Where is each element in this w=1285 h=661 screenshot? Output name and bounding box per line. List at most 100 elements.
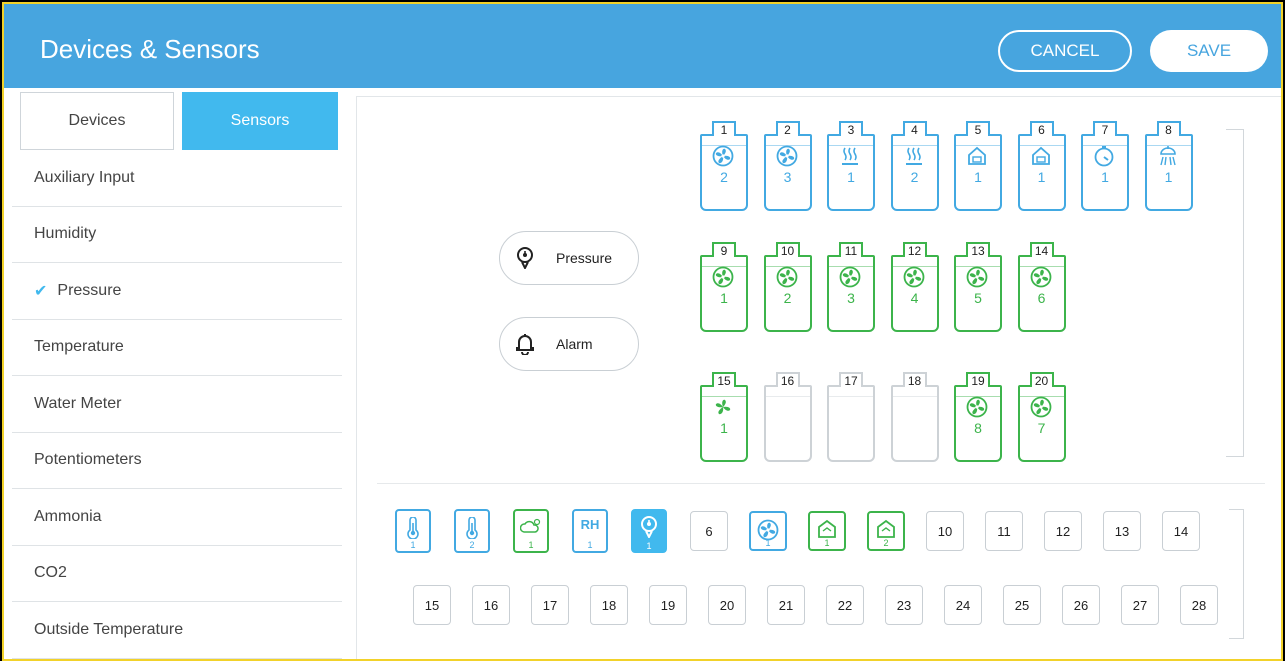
- tab-sensors[interactable]: Sensors: [182, 92, 338, 150]
- sensor-slot[interactable]: 17: [531, 585, 569, 625]
- save-button[interactable]: SAVE: [1150, 30, 1268, 72]
- menu-item-label: Outside Temperature: [34, 620, 184, 638]
- sensor-slot[interactable]: 19: [649, 585, 687, 625]
- sensor-label: 17: [542, 597, 558, 613]
- menu-item-humidity[interactable]: Humidity: [12, 207, 342, 263]
- grid-scroll-bracket: [1229, 509, 1244, 639]
- sprinkler-icon: [1157, 145, 1179, 167]
- device-slot-12[interactable]: 12 4: [890, 242, 939, 332]
- device-slot-19[interactable]: 19 8: [954, 372, 1002, 462]
- sensor-slot[interactable]: 23: [885, 585, 923, 625]
- sensor-slot[interactable]: 25: [1003, 585, 1041, 625]
- device-number: 9: [712, 242, 736, 258]
- device-slot-18[interactable]: 18: [890, 372, 939, 462]
- pressure-icon: [514, 247, 536, 269]
- fan-icon: [839, 266, 861, 288]
- device-count: 1: [720, 290, 728, 306]
- device-slot-11[interactable]: 11 3: [827, 242, 875, 332]
- sensor-slot[interactable]: 10: [926, 511, 964, 551]
- sensor-slot[interactable]: 22: [826, 585, 864, 625]
- menu-item-auxiliary-input[interactable]: Auxiliary Input: [12, 150, 342, 207]
- device-slot-8[interactable]: 81: [1144, 121, 1193, 211]
- menu-item-potentiometers[interactable]: Potentiometers: [12, 433, 342, 489]
- sensor-slot[interactable]: 2: [454, 509, 490, 553]
- device-slot-13[interactable]: 13 5: [954, 242, 1002, 332]
- cancel-button[interactable]: CANCEL: [998, 30, 1132, 72]
- sensor-label: 19: [660, 597, 676, 613]
- menu-item-outside-temperature[interactable]: Outside Temperature: [12, 602, 342, 659]
- sensor-slot[interactable]: 1: [395, 509, 431, 553]
- fan-icon: [776, 266, 798, 288]
- menu-item-ammonia[interactable]: Ammonia: [12, 489, 342, 546]
- menu-item-co2[interactable]: CO2: [12, 546, 342, 602]
- device-number: 20: [1029, 372, 1054, 388]
- inlet-icon: [966, 145, 988, 167]
- device-slot-1[interactable]: 12: [700, 121, 748, 211]
- device-slot-7[interactable]: 71: [1081, 121, 1129, 211]
- device-slot-15[interactable]: 15 1: [700, 372, 748, 462]
- device-body: [763, 385, 812, 462]
- fan-icon: [712, 145, 734, 167]
- sensor-slot[interactable]: 18: [590, 585, 628, 625]
- menu-item-label: Pressure: [57, 281, 122, 299]
- menu-item-label: Water Meter: [34, 394, 122, 412]
- pressure-toggle[interactable]: Pressure: [499, 231, 639, 285]
- device-count: 5: [974, 290, 982, 306]
- stir-fan-icon: [712, 396, 734, 418]
- device-count: 1: [720, 420, 728, 436]
- sensor-slot[interactable]: RH 1: [572, 509, 608, 553]
- menu-item-label: Auxiliary Input: [34, 168, 135, 186]
- alarm-toggle[interactable]: Alarm: [499, 317, 639, 371]
- sensor-slot[interactable]: 6: [690, 511, 728, 551]
- device-slot-17[interactable]: 17: [827, 372, 875, 462]
- device-count: 8: [974, 420, 982, 436]
- device-slot-20[interactable]: 20 7: [1017, 372, 1066, 462]
- sensor-slot[interactable]: 20: [708, 585, 746, 625]
- device-slot-14[interactable]: 14 6: [1017, 242, 1066, 332]
- sensor-slot[interactable]: 21: [767, 585, 805, 625]
- device-number: 7: [1093, 121, 1117, 137]
- sensor-slot[interactable]: 1: [749, 511, 787, 551]
- sensor-label: 21: [778, 597, 794, 613]
- device-slot-9[interactable]: 91: [700, 242, 748, 332]
- device-slot-5[interactable]: 51: [954, 121, 1002, 211]
- sensor-label: 22: [837, 597, 853, 613]
- pressure-icon: [640, 516, 658, 541]
- sensor-slot[interactable]: 2: [867, 511, 905, 551]
- menu-item-label: CO2: [34, 564, 67, 582]
- device-slot-2[interactable]: 23: [763, 121, 812, 211]
- sensor-slot[interactable]: 16: [472, 585, 510, 625]
- sensor-slot[interactable]: 27: [1121, 585, 1159, 625]
- device-count: 4: [910, 290, 919, 306]
- sensor-slot[interactable]: 12: [1044, 511, 1082, 551]
- device-number: 17: [839, 372, 863, 388]
- sensor-slot[interactable]: 28: [1180, 585, 1218, 625]
- menu-item-water-meter[interactable]: Water Meter: [12, 376, 342, 433]
- device-count: 2: [910, 169, 919, 185]
- sensor-slot[interactable]: 1: [631, 509, 667, 553]
- device-slot-4[interactable]: 42: [890, 121, 939, 211]
- menu-item-temperature[interactable]: Temperature: [12, 320, 342, 376]
- sensor-slot[interactable]: 13: [1103, 511, 1141, 551]
- sensor-index: 1: [587, 540, 593, 550]
- sensor-type-list: Auxiliary Input Humidity ✔ Pressure Tempe…: [12, 150, 342, 659]
- sensor-slot[interactable]: 24: [944, 585, 982, 625]
- sensor-slot[interactable]: 11: [985, 511, 1023, 551]
- device-number: 4: [902, 121, 927, 137]
- fan-icon: [712, 266, 734, 288]
- sensor-index: 2: [469, 540, 475, 550]
- app-window: Devices & Sensors CANCEL SAVE Devices Se…: [2, 2, 1283, 661]
- sensor-slot[interactable]: 1: [513, 509, 549, 553]
- bell-icon: [514, 333, 536, 355]
- menu-item-pressure[interactable]: ✔ Pressure: [12, 263, 342, 320]
- device-slot-16[interactable]: 16: [763, 372, 812, 462]
- sensor-slot[interactable]: 15: [413, 585, 451, 625]
- sensor-slot[interactable]: 26: [1062, 585, 1100, 625]
- sensor-slot[interactable]: 14: [1162, 511, 1200, 551]
- sensor-slot[interactable]: 1: [808, 511, 846, 551]
- main-panel: Pressure Alarm 1 2 2 3 3 1 4 2 5 1 6 1 7 1 8 1 9 1 10 2 11 3 1…: [356, 96, 1281, 659]
- tab-devices[interactable]: Devices: [20, 92, 174, 150]
- device-slot-6[interactable]: 61: [1017, 121, 1066, 211]
- device-slot-10[interactable]: 10 2: [763, 242, 812, 332]
- device-slot-3[interactable]: 31: [827, 121, 875, 211]
